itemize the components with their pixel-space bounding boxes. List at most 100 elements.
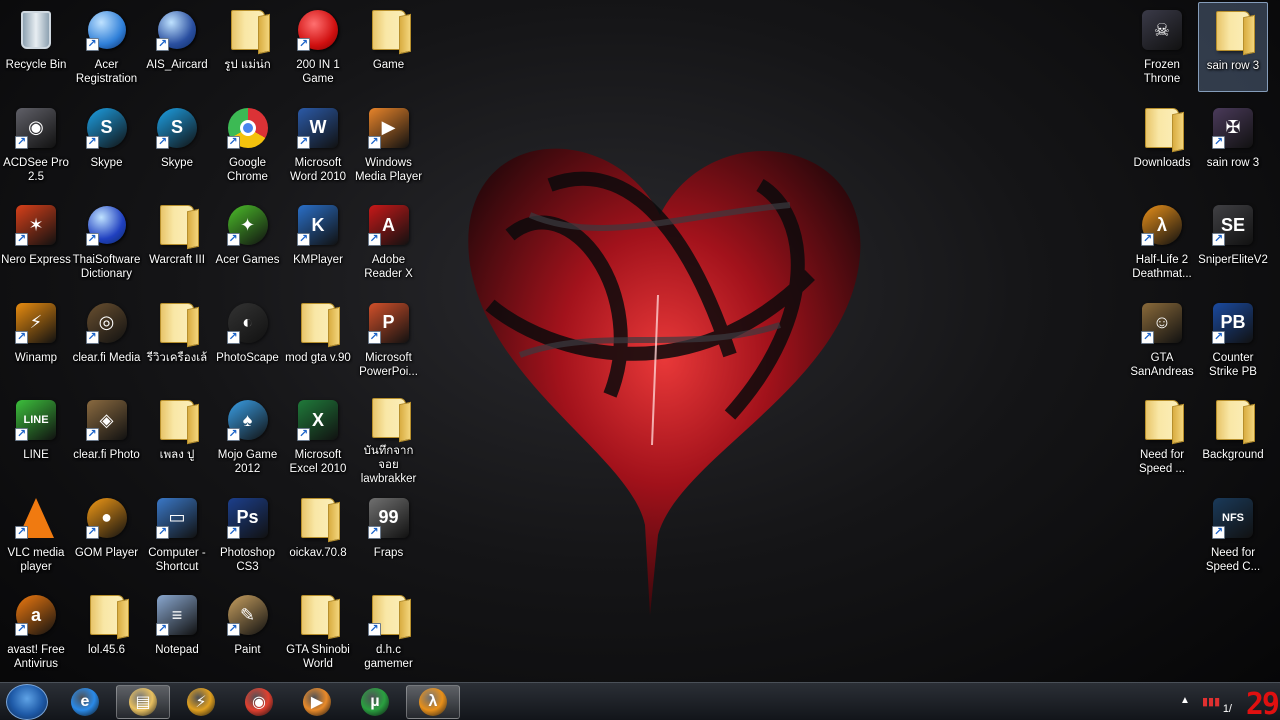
desktop-icon[interactable]: oickav.70.8 [283, 490, 353, 580]
desktop-icon-label: sain row 3 [1206, 156, 1260, 169]
desktop-icon[interactable]: ↗ Acer Registration [72, 2, 142, 92]
desktop-icon[interactable]: ↗ 200 IN 1 Game [283, 2, 353, 92]
desktop-icon[interactable]: ◉ ↗ ACDSee Pro 2.5 [1, 100, 71, 190]
desktop-icon[interactable]: W ↗ Microsoft Word 2010 [283, 100, 353, 190]
media-player-icon: ▶ ↗ [367, 106, 411, 150]
shortcut-arrow-icon: ↗ [1212, 233, 1225, 246]
desktop-icon-label: lol.45.6 [87, 644, 126, 656]
taskbar-half-life-icon[interactable]: λ [406, 685, 460, 719]
desktop-icon-label: mod gta v.90 [285, 351, 351, 364]
desktop-icon[interactable]: ↗ Google Chrome [213, 100, 283, 190]
desktop-icon[interactable]: S ↗ Skype [72, 100, 142, 190]
desktop-icon[interactable]: LINE ↗ LINE [1, 392, 71, 482]
tray-expand-icon[interactable]: ▲ [1180, 695, 1190, 706]
shortcut-arrow-icon: ↗ [85, 525, 99, 539]
desktop-icon[interactable]: ✎ ↗ Paint [213, 587, 283, 677]
half-life-icon: λ ↗ [1140, 203, 1184, 247]
shortcut-arrow-icon: ↗ [85, 428, 99, 441]
desktop-icon-label: Google Chrome [227, 156, 268, 183]
desktop-icon[interactable]: ↗ ThaiSoftware Dictionary [72, 197, 142, 287]
desktop-icon[interactable]: ♠ ↗ Mojo Game 2012 [213, 392, 283, 482]
taskbar-winamp-icon[interactable]: ⚡ [174, 685, 228, 719]
folder-icon [296, 593, 340, 637]
frozen-throne-icon: ☠ [1140, 8, 1184, 52]
shortcut-arrow-icon: ↗ [297, 428, 310, 441]
shortcut-arrow-icon: ↗ [15, 623, 28, 636]
desktop-icon[interactable]: PB ↗ Counter Strike PB [1198, 295, 1268, 385]
shortcut-arrow-icon: ↗ [1141, 233, 1154, 246]
folder-icon [1211, 398, 1255, 442]
gta-icon: ☺ ↗ [1140, 301, 1184, 345]
desktop-icon-label: PhotoScape [216, 351, 279, 364]
start-button[interactable] [6, 684, 48, 720]
desktop-icon[interactable]: Ps ↗ Photoshop CS3 [213, 490, 283, 580]
desktop-icon-label: GOM Player [74, 546, 139, 559]
taskbar-chrome-icon[interactable]: ◉ [232, 685, 286, 719]
taskbar-internet-explorer-icon[interactable]: e [58, 685, 112, 719]
desktop-icon[interactable]: Need for Speed ... [1127, 392, 1197, 482]
desktop-icon[interactable]: ⚡ ↗ Winamp [1, 295, 71, 385]
desktop-icon[interactable]: NFS ↗ Need for Speed C... [1198, 490, 1268, 580]
desktop-icon[interactable]: บันทึกจาก จอย lawbrakker [354, 392, 424, 482]
desktop-icon[interactable]: λ ↗ Half-Life 2 Deathmat... [1127, 197, 1197, 287]
tray-clock[interactable]: 1/ [1223, 703, 1232, 715]
desktop-icon[interactable]: ▶ ↗ Windows Media Player [354, 100, 424, 190]
desktop-icon-label: d.h.c gamemer [364, 644, 413, 670]
desktop-icon[interactable]: lol.45.6 [72, 587, 142, 677]
desktop-icon[interactable]: ◐ ↗ PhotoScape [213, 295, 283, 385]
desktop-icon[interactable]: SE ↗ SniperEliteV2 [1198, 197, 1268, 287]
line-icon: LINE ↗ [14, 398, 58, 442]
skype-icon: S ↗ [85, 106, 129, 150]
desktop-icon-label: Acer Games [215, 254, 280, 266]
desktop-icon[interactable]: sain row 3 [1198, 2, 1268, 92]
chrome-icon: ◉ [245, 688, 273, 716]
taskbar-windows-explorer-icon[interactable]: ▤ [116, 685, 170, 719]
desktop-icon[interactable]: 99 ↗ Fraps [354, 490, 424, 580]
desktop-icon[interactable]: X ↗ Microsoft Excel 2010 [283, 392, 353, 482]
desktop-icon[interactable]: K ↗ KMPlayer [283, 197, 353, 287]
desktop-icon[interactable]: ≡ ↗ Notepad [142, 587, 212, 677]
saints-row-icon: ✠ ↗ [1211, 106, 1255, 150]
desktop-icon[interactable]: a ↗ avast! Free Antivirus [1, 587, 71, 677]
desktop-icon[interactable]: S ↗ Skype [142, 100, 212, 190]
desktop-icon[interactable]: ☠ Frozen Throne [1127, 2, 1197, 92]
desktop-icon[interactable]: รีวิวเครื่องเล้ [142, 295, 212, 385]
desktop-icon[interactable]: GTA Shinobi World [283, 587, 353, 677]
desktop-icon[interactable]: mod gta v.90 [283, 295, 353, 385]
chrome-icon: ↗ [226, 106, 270, 150]
folder-icon [226, 8, 270, 52]
desktop-icon[interactable]: ● ↗ GOM Player [72, 490, 142, 580]
desktop-icon[interactable]: ↗ AIS_Aircard [142, 2, 212, 92]
desktop-icon[interactable]: A ↗ Adobe Reader X [354, 197, 424, 287]
desktop-icon[interactable]: ✦ ↗ Acer Games [213, 197, 283, 287]
taskbar-utorrent-icon[interactable]: µ [348, 685, 402, 719]
desktop-icon[interactable]: เพลง ปู [142, 392, 212, 482]
desktop-icon-label: 200 IN 1 Game [296, 59, 340, 85]
desktop-icon[interactable]: ☺ ↗ GTA SanAndreas [1127, 295, 1197, 385]
desktop-icon[interactable]: ▭ ↗ Computer - Shortcut [142, 490, 212, 580]
desktop-icon[interactable]: ◎ ↗ clear.fi Media [72, 295, 142, 385]
desktop-icon-label: clear.fi Photo [73, 449, 140, 461]
desktop-icon[interactable]: Warcraft III [142, 197, 212, 287]
desktop-icon-label: รีวิวเครื่องเล้ [146, 351, 208, 364]
desktop-icon[interactable]: ✶ ↗ Nero Express [1, 197, 71, 287]
desktop-icon[interactable]: Background [1198, 392, 1268, 482]
shortcut-arrow-icon: ↗ [1141, 330, 1154, 344]
desktop-icon-label: KMPlayer [293, 254, 343, 266]
desktop-icon[interactable]: ◈ ↗ clear.fi Photo [72, 392, 142, 482]
network-signal-icon[interactable]: ▮▮▮ [1202, 695, 1220, 708]
desktop-icon[interactable]: ✠ ↗ sain row 3 [1198, 100, 1268, 190]
desktop-icon[interactable]: รูป แม่น่ก [213, 2, 283, 92]
desktop-icon[interactable]: ↗ VLC media player [1, 490, 71, 580]
shortcut-arrow-icon: ↗ [367, 233, 381, 246]
desktop-icon[interactable]: ↗ d.h.c gamemer [354, 587, 424, 677]
desktop-icon[interactable]: Downloads [1127, 100, 1197, 190]
desktop-icon-label: Microsoft Word 2010 [289, 156, 347, 183]
desktop-icon[interactable]: Recycle Bin [1, 2, 71, 92]
taskbar-media-player-icon[interactable]: ▶ [290, 685, 344, 719]
desktop-icon[interactable]: Game [354, 2, 424, 92]
shortcut-arrow-icon: ↗ [226, 525, 240, 539]
folder-icon [155, 203, 199, 247]
desktop-icon-label: Counter Strike PB [1209, 351, 1257, 378]
desktop-icon[interactable]: P ↗ Microsoft PowerPoi... [354, 295, 424, 385]
